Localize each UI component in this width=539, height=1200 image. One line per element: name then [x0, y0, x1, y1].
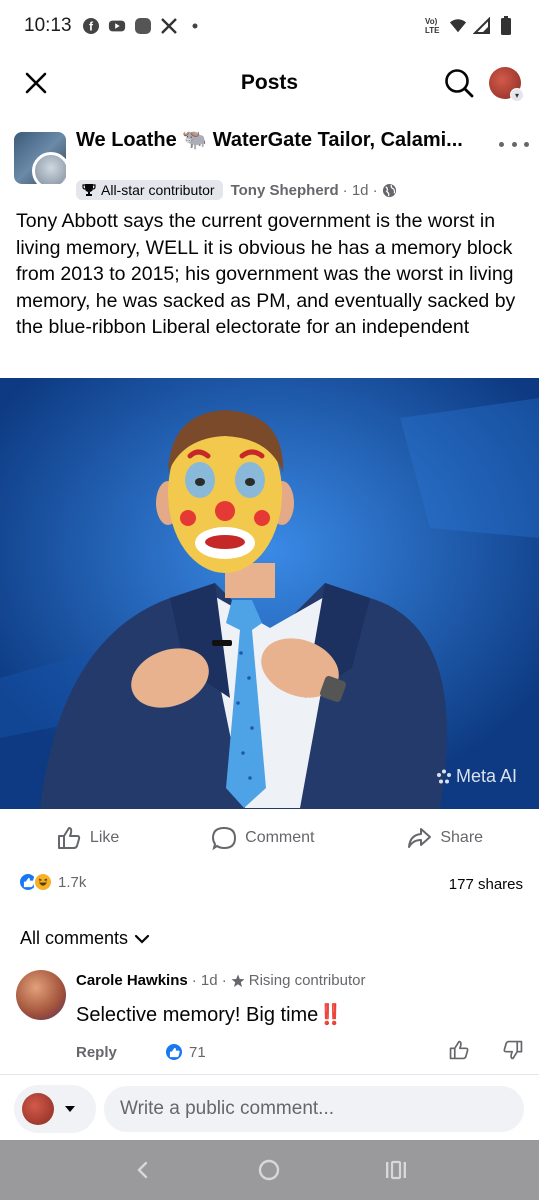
chevron-down-icon: [134, 934, 150, 944]
profile-menu-avatar[interactable]: ▾: [489, 67, 524, 102]
post-actions: Like Comment Share: [0, 812, 539, 864]
back-chevron-icon: [137, 1161, 148, 1179]
post-time: · 1d ·: [342, 181, 378, 199]
caret-down-icon: [65, 1106, 75, 1112]
post-image[interactable]: Meta AI: [0, 378, 539, 809]
app-notification-icon: [134, 17, 152, 35]
contributor-badge[interactable]: All-star contributor: [76, 180, 223, 200]
more-dot-icon: [499, 141, 504, 147]
comment-meta: Carole Hawkins · 1d · Rising contributor: [76, 972, 365, 989]
author-name[interactable]: Tony Shepherd: [231, 182, 339, 199]
like-button[interactable]: Like: [56, 825, 119, 851]
chevron-down-icon: ▾: [510, 88, 524, 102]
commenter-badge: Rising contributor: [248, 972, 366, 989]
signal-icon: [473, 17, 491, 35]
trophy-icon: [82, 184, 96, 196]
back-button[interactable]: [123, 1150, 163, 1190]
watermark-text: Meta AI: [455, 766, 517, 786]
recents-button[interactable]: [376, 1150, 416, 1190]
group-avatar[interactable]: [14, 132, 66, 184]
author-avatar[interactable]: [32, 152, 66, 184]
commenter-avatar[interactable]: [16, 970, 66, 1020]
comment-actions: Reply 71: [76, 1040, 524, 1064]
home-button[interactable]: [249, 1150, 289, 1190]
thumbs-up-icon: [57, 827, 81, 849]
home-circle-icon: [259, 1159, 280, 1181]
system-navigation-bar: [0, 1140, 539, 1200]
post-header: We Loathe 🐃 WaterGate Tailor, Calami... …: [14, 124, 529, 208]
status-bar: 10:13 f Vo) LTE: [0, 0, 539, 52]
thumbs-up-icon: [449, 1040, 469, 1060]
post-text: Tony Abbott says the current government …: [16, 210, 516, 338]
meta-ai-watermark: Meta AI: [436, 766, 517, 787]
haha-reaction-icon: [33, 872, 53, 892]
more-dot-icon: [524, 141, 529, 147]
thumbs-down-icon: [503, 1040, 523, 1060]
share-label: Share: [440, 829, 484, 846]
identity-switcher[interactable]: [14, 1085, 96, 1133]
facebook-notification-icon: f: [82, 17, 100, 35]
comment-like-button[interactable]: [448, 1039, 470, 1065]
clown-politician-illustration: [0, 378, 539, 809]
share-button[interactable]: Share: [406, 825, 483, 851]
commenter-name[interactable]: Carole Hawkins: [76, 972, 188, 989]
shares-count[interactable]: 177 shares: [449, 876, 523, 893]
recents-icon: [385, 1160, 406, 1180]
share-icon: [408, 828, 432, 848]
wifi-icon: [449, 17, 467, 35]
more-notifications-dot-icon: [186, 17, 204, 35]
reaction-count: 1.7k: [58, 873, 87, 891]
group-name[interactable]: We Loathe 🐃 WaterGate Tailor, Calami...: [76, 128, 476, 153]
comment-icon: [212, 826, 237, 851]
lte-label: Vo) LTE: [425, 17, 440, 35]
sparkle-icon: [436, 769, 451, 783]
close-button[interactable]: [18, 65, 54, 101]
x-notification-icon: [160, 17, 178, 35]
comment-dislike-button[interactable]: [502, 1039, 524, 1065]
divider: [0, 1074, 539, 1075]
comments-filter-label: All comments: [20, 928, 129, 948]
comment-label: Comment: [245, 829, 315, 846]
star-icon: [231, 974, 245, 987]
comment-time: · 1d ·: [191, 972, 227, 989]
more-options-button[interactable]: [499, 134, 529, 154]
battery-icon: [497, 16, 515, 35]
like-reaction-icon: [164, 1042, 184, 1062]
post-meta: All-star contributor Tony Shepherd · 1d …: [76, 180, 397, 200]
comment-reactions[interactable]: 71: [164, 1042, 206, 1062]
close-icon: [25, 72, 47, 94]
comment-button[interactable]: Comment: [211, 825, 315, 851]
reactions-summary[interactable]: 1.7k: [18, 872, 86, 892]
comment-input[interactable]: [104, 1086, 524, 1132]
globe-icon: [382, 183, 397, 198]
search-icon: [445, 69, 474, 98]
badge-label: All-star contributor: [101, 182, 215, 198]
comments-filter-dropdown[interactable]: All comments: [20, 928, 150, 949]
avatar: [22, 1093, 54, 1125]
like-label: Like: [89, 829, 120, 846]
youtube-notification-icon: [108, 17, 126, 35]
comment-like-count: 71: [189, 1043, 206, 1061]
comment-text: Selective memory! Big time‼️: [76, 1004, 344, 1026]
more-dot-icon: [511, 141, 517, 147]
status-time: 10:13: [24, 15, 72, 36]
reply-button[interactable]: Reply: [76, 1044, 117, 1061]
search-button[interactable]: [443, 67, 475, 99]
top-app-bar: Posts ▾: [0, 52, 539, 114]
comment-composer: [0, 1080, 539, 1138]
